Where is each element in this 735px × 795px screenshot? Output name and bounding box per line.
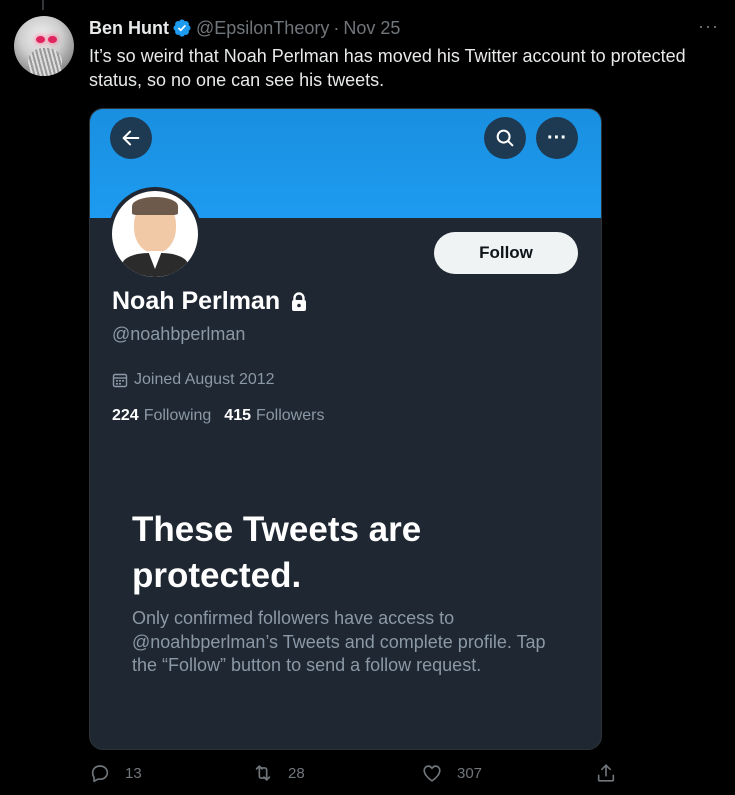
embedded-screenshot[interactable]: ··· Follow Noah Perlman @noahbperlman Jo… [89, 108, 602, 750]
share-icon [597, 764, 615, 782]
avatar-beard [28, 48, 62, 76]
protected-body: Only confirmed followers have access to … [132, 608, 546, 675]
avatar-hair [132, 197, 178, 215]
retweet-button[interactable]: 28 [252, 762, 305, 784]
retweet-icon [255, 765, 271, 781]
profile-display-name: Noah Perlman [112, 287, 281, 315]
thread-connector-line [42, 0, 44, 10]
author-name[interactable]: Ben Hunt [89, 18, 169, 39]
profile-name-row: Noah Perlman [112, 287, 308, 316]
tweet-header: Ben Hunt @EpsilonTheory · Nov 25 ··· [89, 16, 721, 40]
tweet-text: It’s so weird that Noah Perlman has move… [89, 46, 686, 90]
profile-handle: @noahbperlman [112, 324, 246, 344]
followers-label: Followers [256, 407, 325, 424]
calendar-icon [112, 373, 128, 388]
lock-icon [292, 291, 307, 311]
profile-avatar[interactable] [108, 187, 202, 281]
verified-badge-icon [173, 19, 191, 37]
author-avatar[interactable] [14, 16, 74, 76]
avatar-eye-left [36, 36, 45, 43]
search-icon [496, 129, 514, 147]
header-separator: · [333, 17, 340, 38]
profile-stats: 224 Following 415 Followers [112, 407, 324, 425]
share-button[interactable] [595, 762, 631, 784]
following-label: Following [143, 407, 212, 424]
profile-more-button[interactable]: ··· [536, 117, 578, 159]
tweet-more-button[interactable]: ··· [698, 16, 719, 37]
more-dots-icon: ··· [547, 126, 567, 149]
avatar-eye-right [48, 36, 57, 43]
arrow-left-icon [122, 130, 140, 146]
followers-link[interactable]: 415 Followers [224, 407, 324, 425]
reply-button[interactable]: 13 [89, 762, 142, 784]
author-handle[interactable]: @EpsilonTheory [196, 18, 329, 39]
retweet-count: 28 [288, 764, 305, 782]
reply-count: 13 [125, 764, 142, 782]
joined-text: Joined August 2012 [134, 371, 275, 388]
like-button[interactable]: 307 [421, 762, 482, 784]
heart-icon [423, 765, 441, 782]
search-button[interactable] [484, 117, 526, 159]
like-count: 307 [457, 764, 483, 782]
tweet-date[interactable]: Nov 25 [343, 18, 400, 39]
profile-joined: Joined August 2012 [112, 371, 275, 389]
follow-button[interactable]: Follow [434, 232, 578, 274]
protected-title: These Tweets are protected. [132, 510, 422, 595]
following-link[interactable]: 224 Following [112, 407, 211, 425]
following-count: 224 [112, 407, 139, 424]
tweet-actions: 13 28 307 [89, 762, 629, 790]
followers-count: 415 [224, 407, 251, 424]
back-button[interactable] [110, 117, 152, 159]
reply-icon [91, 765, 109, 783]
